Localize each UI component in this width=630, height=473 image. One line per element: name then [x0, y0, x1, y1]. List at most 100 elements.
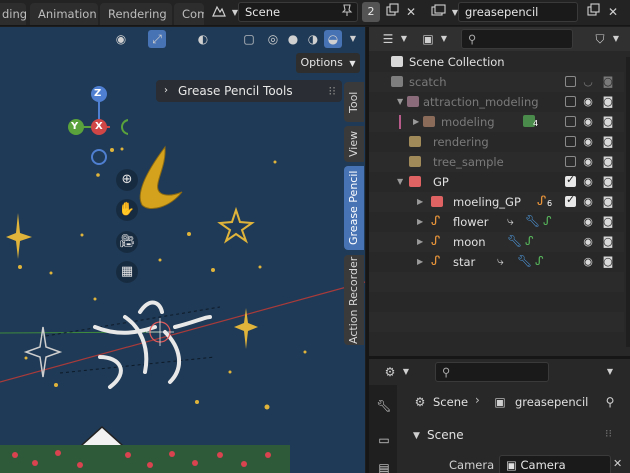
tab-animation[interactable]: Animation [30, 3, 98, 25]
duplicate-icon[interactable] [584, 3, 602, 21]
rendered-shading-icon[interactable]: ◒ [324, 30, 342, 48]
chevron-down-icon[interactable]: ▼ [435, 30, 453, 48]
exclude-checkbox[interactable] [565, 173, 576, 187]
close-icon[interactable]: ✕ [604, 3, 622, 21]
outliner-row-tree-sample[interactable]: tree_sample ◉ ◙ [369, 152, 624, 172]
xray-icon[interactable]: ▢ [240, 30, 258, 48]
close-icon[interactable]: ✕ [402, 3, 420, 21]
wireframe-shading-icon[interactable]: ◎ [264, 30, 282, 48]
outliner-row-star[interactable]: ▶ ᔑ star ⤷ 🔧︎ ᔑ ◉ ◙ [369, 252, 624, 272]
outliner-empty-row [369, 312, 624, 332]
outliner-row-rendering[interactable]: rendering ◉ ◙ [369, 132, 624, 152]
3d-viewport[interactable]: ◉ ⤢ ◐ ▢ ◎ ● ◑ ◒ ▼ Options ▼ › Grease Pen… [0, 27, 365, 473]
tab-rendering[interactable]: Rendering [100, 3, 172, 25]
exclude-checkbox[interactable] [565, 76, 576, 87]
tab-action-recorder[interactable]: Action Recorder [344, 255, 364, 345]
hide-viewport-icon[interactable]: ◡ [581, 75, 595, 89]
output-properties-icon[interactable]: ▤ [373, 457, 395, 473]
tab-modeling[interactable]: ding [0, 3, 26, 25]
render-camera-icon[interactable]: ◙ [601, 215, 615, 229]
material-shading-icon[interactable]: ◑ [304, 30, 322, 48]
exclude-checkbox[interactable] [565, 96, 576, 107]
pan-hand-icon[interactable]: ✋ [116, 199, 138, 221]
eye-icon[interactable]: ◉ [581, 255, 595, 269]
outliner-scrollbar[interactable] [626, 57, 630, 347]
outliner-row-gp[interactable]: ▼ GP ◉ ◙ [369, 172, 624, 192]
render-camera-icon[interactable]: ◙ [601, 175, 615, 189]
render-camera-icon[interactable]: ◙ [601, 235, 615, 249]
duplicate-icon[interactable] [383, 3, 401, 21]
chevron-down-icon[interactable]: ▼ [395, 30, 413, 48]
chevron-right-icon: › [475, 393, 480, 407]
tab-tool[interactable]: Tool [344, 82, 364, 122]
expand-arrow-icon[interactable]: ▶ [417, 192, 423, 212]
tab-view[interactable]: View [344, 126, 364, 162]
outliner-row-scene-collection[interactable]: Scene Collection [369, 52, 624, 72]
render-camera-icon[interactable]: ◙ [601, 115, 615, 129]
camera-field[interactable]: ▣ Camera [499, 455, 611, 473]
eye-icon[interactable]: ◉ [581, 135, 595, 149]
render-camera-icon[interactable]: ◙ [601, 75, 615, 89]
view-layer-field[interactable]: greasepencil [458, 2, 578, 22]
pin-icon[interactable] [338, 3, 356, 21]
chevron-down-icon[interactable]: ▼ [413, 431, 420, 441]
options-dropdown[interactable]: Options ▼ [296, 53, 360, 73]
scene-user-count[interactable]: 2 [362, 2, 380, 22]
solid-shading-icon[interactable]: ● [284, 30, 302, 48]
render-camera-icon[interactable]: ◙ [601, 135, 615, 149]
outliner-row-moon[interactable]: ▶ ᔑ moon 🔧︎ ᔑ ◉ ◙ [369, 232, 624, 252]
render-properties-icon[interactable]: ▭ [373, 429, 395, 451]
outliner-search-input[interactable]: ⚲ [461, 29, 573, 49]
outliner[interactable]: ☰ ▼ ▣ ▼ ⚲ ⛉ ▼ Scene Collection scatch ◡ … [369, 27, 630, 356]
render-camera-icon[interactable]: ◙ [601, 255, 615, 269]
eye-icon[interactable]: ◉ [581, 95, 595, 109]
pin-icon[interactable]: ⚲ [601, 393, 619, 411]
grease-pencil-tools-panel[interactable]: › Grease Pencil Tools ⁝⁝ [156, 80, 342, 102]
tab-compositing[interactable]: Com [174, 3, 204, 25]
render-camera-icon[interactable]: ◙ [601, 95, 615, 109]
child-count-badge: 4 [533, 119, 539, 128]
gizmo-icon[interactable]: ⤢ [148, 30, 166, 48]
exclude-checkbox[interactable] [565, 156, 576, 167]
outliner-row-moeling-gp[interactable]: ▶ moeling_GP ᔑ 6 ◉ ◙ [369, 192, 624, 212]
eye-icon[interactable]: ◉ [581, 175, 595, 189]
expand-arrow-icon[interactable]: ▶ [413, 112, 419, 132]
chevron-down-icon[interactable]: ▼ [344, 30, 362, 48]
exclude-checkbox[interactable] [565, 136, 576, 147]
visibility-icon[interactable]: ◉ [112, 30, 130, 48]
outliner-row-modeling[interactable]: ▶ modeling 4 ◉ ◙ [369, 112, 624, 132]
outliner-row-scatch[interactable]: scatch ◡ ◙ [369, 72, 624, 92]
chevron-down-icon[interactable]: ▼ [601, 363, 619, 381]
render-camera-icon[interactable]: ◙ [601, 195, 615, 209]
expand-arrow-icon[interactable]: ▶ [417, 232, 423, 252]
camera-icon[interactable]: 🎥︎ [116, 231, 138, 253]
expand-arrow-icon[interactable]: ▼ [397, 172, 403, 192]
grid-icon[interactable]: ▦ [116, 261, 138, 283]
outliner-row-attraction-modeling[interactable]: ▼ attraction_modeling ◉ ◙ [369, 92, 624, 112]
eye-icon[interactable]: ◉ [581, 215, 595, 229]
drag-handle-icon[interactable]: ⁝⁝ [605, 427, 612, 440]
zoom-icon[interactable]: ⊕ [116, 169, 138, 191]
expand-arrow-icon[interactable]: ▼ [397, 92, 403, 112]
outliner-row-flower[interactable]: ▶ ᔑ flower ⤷ 🔧︎ ᔑ ◉ ◙ [369, 212, 624, 232]
expand-arrow-icon[interactable]: ▶ [417, 212, 423, 232]
tab-grease-pencil[interactable]: Grease Pencil [344, 166, 364, 250]
child-count-badge: 6 [547, 199, 553, 208]
eye-icon[interactable]: ◉ [581, 115, 595, 129]
chevron-down-icon[interactable]: ▼ [607, 30, 625, 48]
chevron-down-icon[interactable]: ▼ [397, 363, 415, 381]
expand-arrow-icon[interactable]: ▶ [417, 252, 423, 272]
eye-icon[interactable]: ◉ [581, 195, 595, 209]
overlays-icon[interactable]: ◐ [194, 30, 212, 48]
exclude-checkbox[interactable] [565, 116, 576, 127]
properties-search-input[interactable]: ⚲ [435, 362, 549, 382]
eye-icon[interactable]: ◉ [581, 155, 595, 169]
section-title[interactable]: Scene [427, 428, 464, 442]
exclude-checkbox[interactable] [565, 193, 576, 207]
eye-icon[interactable]: ◉ [581, 235, 595, 249]
properties-editor[interactable]: ⚙ ▼ ⚲ ▼ 🔧︎ ▭ ▤ ⚙ Scene › ▣ greasepencil … [369, 359, 630, 473]
render-camera-icon[interactable]: ◙ [601, 155, 615, 169]
close-icon[interactable]: ✕ [613, 457, 622, 470]
tool-settings-icon[interactable]: 🔧︎ [373, 395, 395, 417]
drag-handle-icon[interactable]: ⁝⁝ [328, 80, 336, 102]
